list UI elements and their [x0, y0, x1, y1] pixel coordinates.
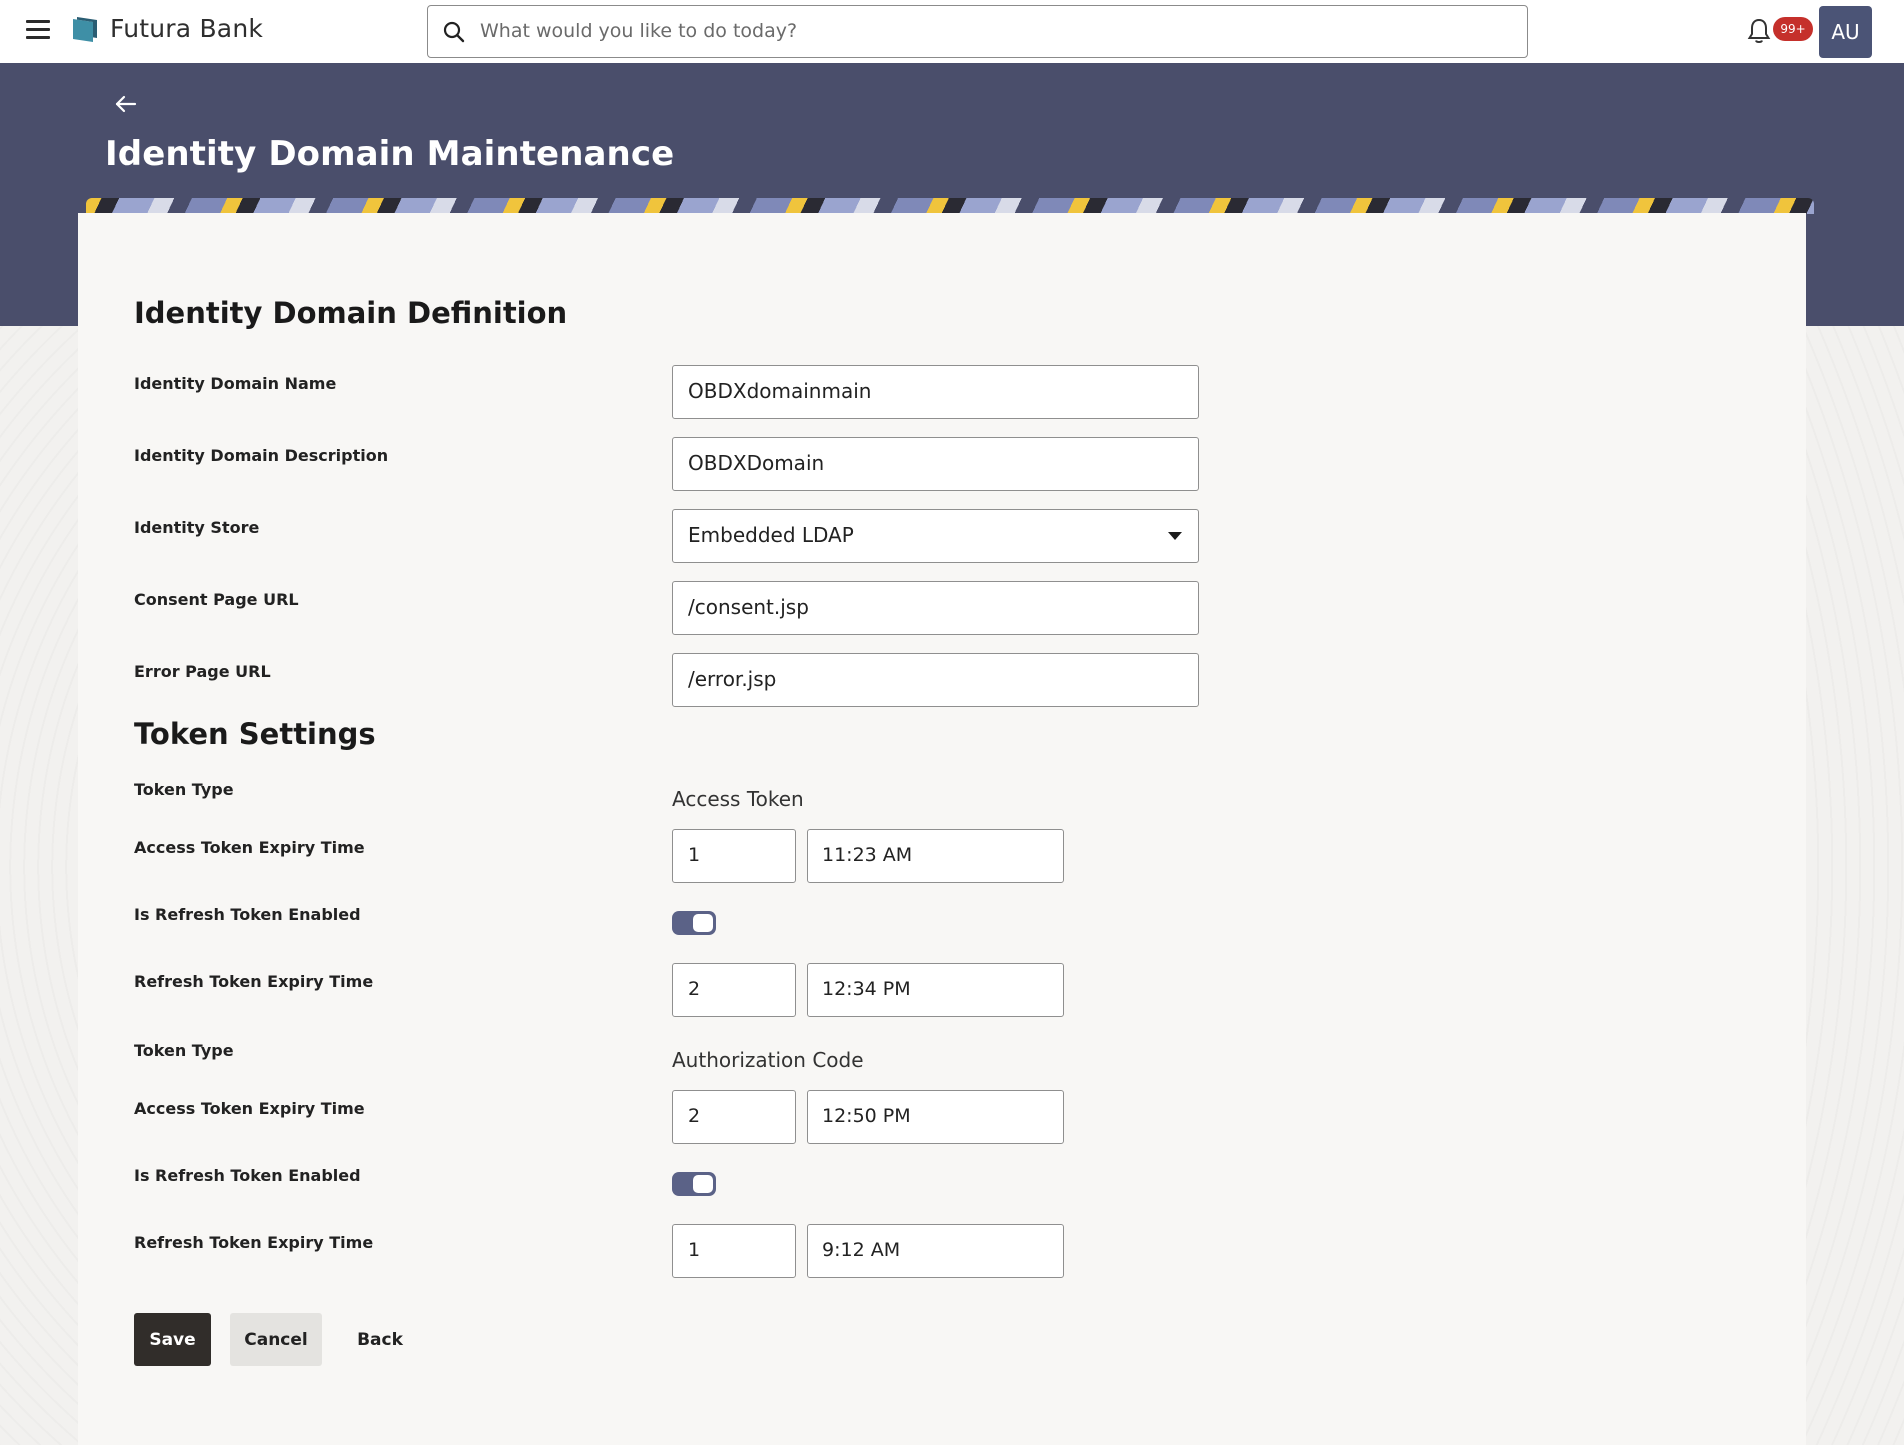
domain-description-field[interactable]: OBDXDomain [672, 437, 1199, 491]
section-title-definition: Identity Domain Definition [134, 296, 568, 330]
chevron-down-icon [1168, 532, 1182, 540]
token-type-value: Authorization Code [672, 1048, 864, 1072]
label-refresh-enabled: Is Refresh Token Enabled [134, 905, 361, 924]
refresh-expiry-time-input[interactable]: 9:12 AM [807, 1224, 1064, 1278]
label-consent-url: Consent Page URL [134, 590, 299, 609]
search-icon [443, 21, 465, 43]
consent-url-field[interactable]: /consent.jsp [672, 581, 1199, 635]
label-access-expiry: Access Token Expiry Time [134, 1099, 365, 1118]
refresh-enabled-toggle[interactable] [672, 911, 716, 935]
label-token-type: Token Type [134, 1041, 234, 1060]
label-token-type: Token Type [134, 780, 234, 799]
access-expiry-time-input[interactable]: 12:50 PM [807, 1090, 1064, 1144]
refresh-expiry-count-input[interactable]: 2 [672, 963, 796, 1017]
token-type-value: Access Token [672, 787, 804, 811]
refresh-expiry-count-input[interactable]: 1 [672, 1224, 796, 1278]
menu-icon[interactable] [26, 20, 50, 40]
search-input[interactable] [480, 14, 1500, 48]
label-refresh-expiry: Refresh Token Expiry Time [134, 1233, 374, 1252]
bank-logo-icon [73, 17, 97, 42]
cancel-button[interactable]: Cancel [230, 1313, 322, 1366]
error-url-field[interactable]: /error.jsp [672, 653, 1199, 707]
save-button[interactable]: Save [134, 1313, 211, 1366]
access-expiry-count-input[interactable]: 2 [672, 1090, 796, 1144]
label-identity-store: Identity Store [134, 518, 260, 537]
page-title: Identity Domain Maintenance [105, 134, 675, 174]
label-domain-description: Identity Domain Description [134, 446, 389, 465]
back-button[interactable]: Back [340, 1313, 420, 1366]
notification-count-badge: 99+ [1773, 17, 1813, 41]
notification-bell-icon[interactable] [1746, 17, 1772, 45]
section-title-token-settings: Token Settings [134, 717, 376, 751]
decorative-pattern-strip [86, 198, 1814, 214]
refresh-expiry-time-input[interactable]: 12:34 PM [807, 963, 1064, 1017]
back-arrow-icon[interactable] [114, 92, 138, 116]
access-expiry-count-input[interactable]: 1 [672, 829, 796, 883]
domain-name-field[interactable]: OBDXdomainmain [672, 365, 1199, 419]
search-bar[interactable] [427, 5, 1528, 58]
label-refresh-expiry: Refresh Token Expiry Time [134, 972, 374, 991]
top-bar: Futura Bank 99+ AU [0, 0, 1904, 63]
access-expiry-time-input[interactable]: 11:23 AM [807, 829, 1064, 883]
identity-store-select[interactable]: Embedded LDAP [672, 509, 1199, 563]
user-avatar[interactable]: AU [1819, 6, 1872, 58]
label-domain-name: Identity Domain Name [134, 374, 337, 393]
brand-name[interactable]: Futura Bank [110, 14, 263, 43]
identity-store-value: Embedded LDAP [688, 523, 854, 547]
label-access-expiry: Access Token Expiry Time [134, 838, 365, 857]
label-refresh-enabled: Is Refresh Token Enabled [134, 1166, 361, 1185]
refresh-enabled-toggle[interactable] [672, 1172, 716, 1196]
label-error-url: Error Page URL [134, 662, 271, 681]
